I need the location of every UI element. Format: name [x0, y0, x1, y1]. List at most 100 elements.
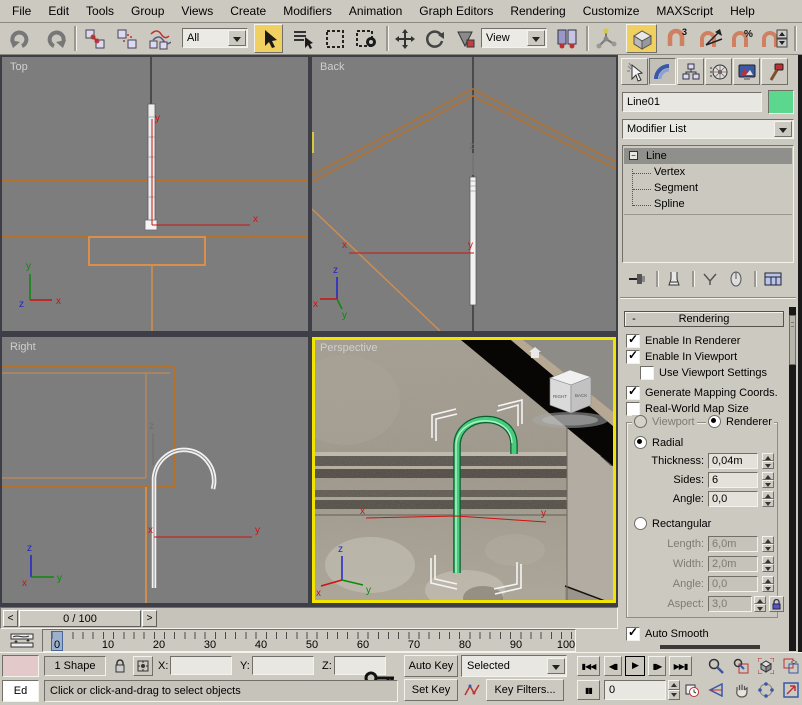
percent-snap-button[interactable]: % — [728, 25, 758, 52]
rectangular-radio[interactable] — [634, 517, 647, 530]
stack-item-vertex[interactable]: Vertex — [624, 166, 792, 181]
time-slider-track[interactable]: < 0 / 100 > — [0, 607, 618, 629]
menu-edit[interactable]: Edit — [44, 2, 73, 20]
window-crossing-toggle-button[interactable] — [352, 25, 382, 52]
rollout-collapse-icon[interactable]: - — [629, 313, 639, 325]
select-and-scale-button[interactable] — [451, 25, 479, 52]
key-filters-button[interactable]: Key Filters... — [486, 679, 564, 701]
unlink-selection-button[interactable] — [112, 25, 142, 52]
viewport-back[interactable]: Back z x y z x y — [312, 57, 616, 331]
show-end-result-button[interactable] — [662, 269, 686, 289]
zoom-extents-button[interactable] — [755, 655, 777, 677]
rect-angle-field[interactable]: 0,0 — [708, 576, 758, 592]
sides-field[interactable]: 6 — [708, 472, 758, 488]
sides-spinner[interactable] — [762, 472, 774, 488]
field-of-view-button[interactable] — [705, 679, 727, 701]
enable-in-viewport-checkbox[interactable] — [626, 350, 640, 364]
radial-angle-spinner[interactable] — [762, 491, 774, 507]
select-and-rotate-button[interactable] — [421, 25, 449, 52]
rendering-rollout-header[interactable]: - Rendering — [624, 311, 784, 327]
generate-mapping-checkbox[interactable] — [626, 386, 640, 400]
time-slider-next-button[interactable]: > — [142, 610, 157, 627]
play-button[interactable]: ▶ — [625, 656, 645, 676]
menu-animation[interactable]: Animation — [345, 2, 406, 20]
mini-curve-editor-button[interactable] — [3, 631, 40, 650]
track-bar-ruler[interactable]: 0 10 20 30 40 50 60 70 80 90 100 — [42, 629, 576, 652]
rect-angle-spinner[interactable] — [762, 576, 774, 592]
tab-modify[interactable] — [649, 58, 676, 85]
panel-scrollbar-thumb[interactable] — [789, 315, 796, 365]
menu-customize[interactable]: Customize — [579, 2, 644, 20]
set-key-button[interactable]: Set Key — [404, 679, 458, 701]
go-to-end-button[interactable]: ▶▶▮ — [669, 656, 692, 676]
current-frame-field[interactable]: 0 — [604, 680, 666, 700]
width-spinner[interactable] — [762, 556, 774, 572]
auto-smooth-checkbox[interactable] — [626, 627, 640, 641]
radial-radio[interactable] — [634, 436, 647, 449]
reference-coordsys-dropdown[interactable]: View — [481, 28, 547, 48]
make-unique-button[interactable] — [698, 269, 722, 289]
key-mode-toggle-button[interactable]: ▮▮ — [577, 680, 600, 700]
menu-file[interactable]: File — [8, 2, 35, 20]
width-field[interactable]: 2,0m — [708, 556, 758, 572]
renderer-radio[interactable] — [708, 415, 721, 428]
new-key-button[interactable] — [461, 679, 483, 701]
menu-modifiers[interactable]: Modifiers — [279, 2, 336, 20]
remove-modifier-button[interactable] — [724, 269, 748, 289]
tab-create[interactable] — [621, 58, 648, 85]
tab-utilities[interactable] — [761, 58, 788, 85]
modifier-list-arrow[interactable] — [774, 121, 792, 137]
key-filter-arrow[interactable] — [547, 658, 565, 674]
aspect-field[interactable]: 3,0 — [708, 596, 752, 612]
use-viewport-settings-checkbox[interactable] — [640, 366, 654, 380]
aspect-spinner[interactable] — [754, 596, 766, 612]
selection-filter-dropdown[interactable]: All — [182, 28, 248, 48]
pin-stack-button[interactable] — [624, 269, 650, 289]
select-by-name-button[interactable] — [288, 25, 318, 52]
absolute-offset-toggle[interactable] — [133, 656, 153, 676]
zoom-button[interactable] — [705, 655, 727, 677]
bind-to-space-warp-button[interactable] — [144, 25, 174, 52]
min-max-toggle-button[interactable] — [780, 679, 802, 701]
go-to-start-button[interactable]: ▮◀◀ — [577, 656, 600, 676]
time-slider-prev-button[interactable]: < — [3, 610, 18, 627]
collapse-toggle-icon[interactable]: − — [629, 151, 638, 160]
redo-button[interactable] — [40, 25, 70, 52]
length-spinner[interactable] — [762, 536, 774, 552]
thickness-field[interactable]: 0,04m — [708, 453, 758, 469]
angle-snap-button[interactable] — [696, 25, 726, 52]
menu-help[interactable]: Help — [726, 2, 759, 20]
reference-coordsys-arrow[interactable] — [527, 30, 545, 46]
enable-in-renderer-checkbox[interactable] — [626, 334, 640, 348]
modifier-list-dropdown[interactable]: Modifier List — [622, 119, 794, 139]
configure-modifier-sets-button[interactable] — [760, 269, 786, 289]
macro-recorder-pane[interactable] — [2, 655, 39, 677]
arc-rotate-button[interactable] — [755, 679, 777, 701]
menu-tools[interactable]: Tools — [82, 2, 118, 20]
tab-motion[interactable] — [705, 58, 732, 85]
aspect-lock-button[interactable] — [769, 596, 784, 612]
time-slider-handle[interactable]: 0 / 100 — [19, 610, 141, 627]
menu-views[interactable]: Views — [177, 2, 217, 20]
menu-maxscript[interactable]: MAXScript — [652, 2, 717, 20]
key-filter-dropdown[interactable]: Selected — [461, 655, 567, 677]
manipulate-mode-button[interactable] — [591, 25, 621, 52]
previous-frame-button[interactable]: ◀▮ — [604, 656, 622, 676]
selection-filter-arrow[interactable] — [228, 30, 246, 46]
y-coord-field[interactable] — [252, 656, 314, 675]
next-frame-button[interactable]: ▮▶ — [648, 656, 666, 676]
menu-group[interactable]: Group — [127, 2, 168, 20]
stack-item-segment[interactable]: Segment — [624, 182, 792, 197]
thickness-spinner[interactable] — [762, 453, 774, 469]
select-object-button[interactable] — [254, 24, 283, 53]
tab-display[interactable] — [733, 58, 760, 85]
tab-hierarchy[interactable] — [677, 58, 704, 85]
viewport-radio[interactable] — [634, 415, 647, 428]
spinner-snap-button[interactable] — [758, 25, 790, 52]
viewport-perspective[interactable]: Perspective — [312, 337, 616, 603]
length-field[interactable]: 6,0m — [708, 536, 758, 552]
viewport-top[interactable]: Top y x y x z — [2, 57, 308, 331]
menu-graph-editors[interactable]: Graph Editors — [415, 2, 497, 20]
rectangular-selection-region-button[interactable] — [320, 25, 350, 52]
stack-item-line[interactable]: − Line — [624, 148, 792, 164]
